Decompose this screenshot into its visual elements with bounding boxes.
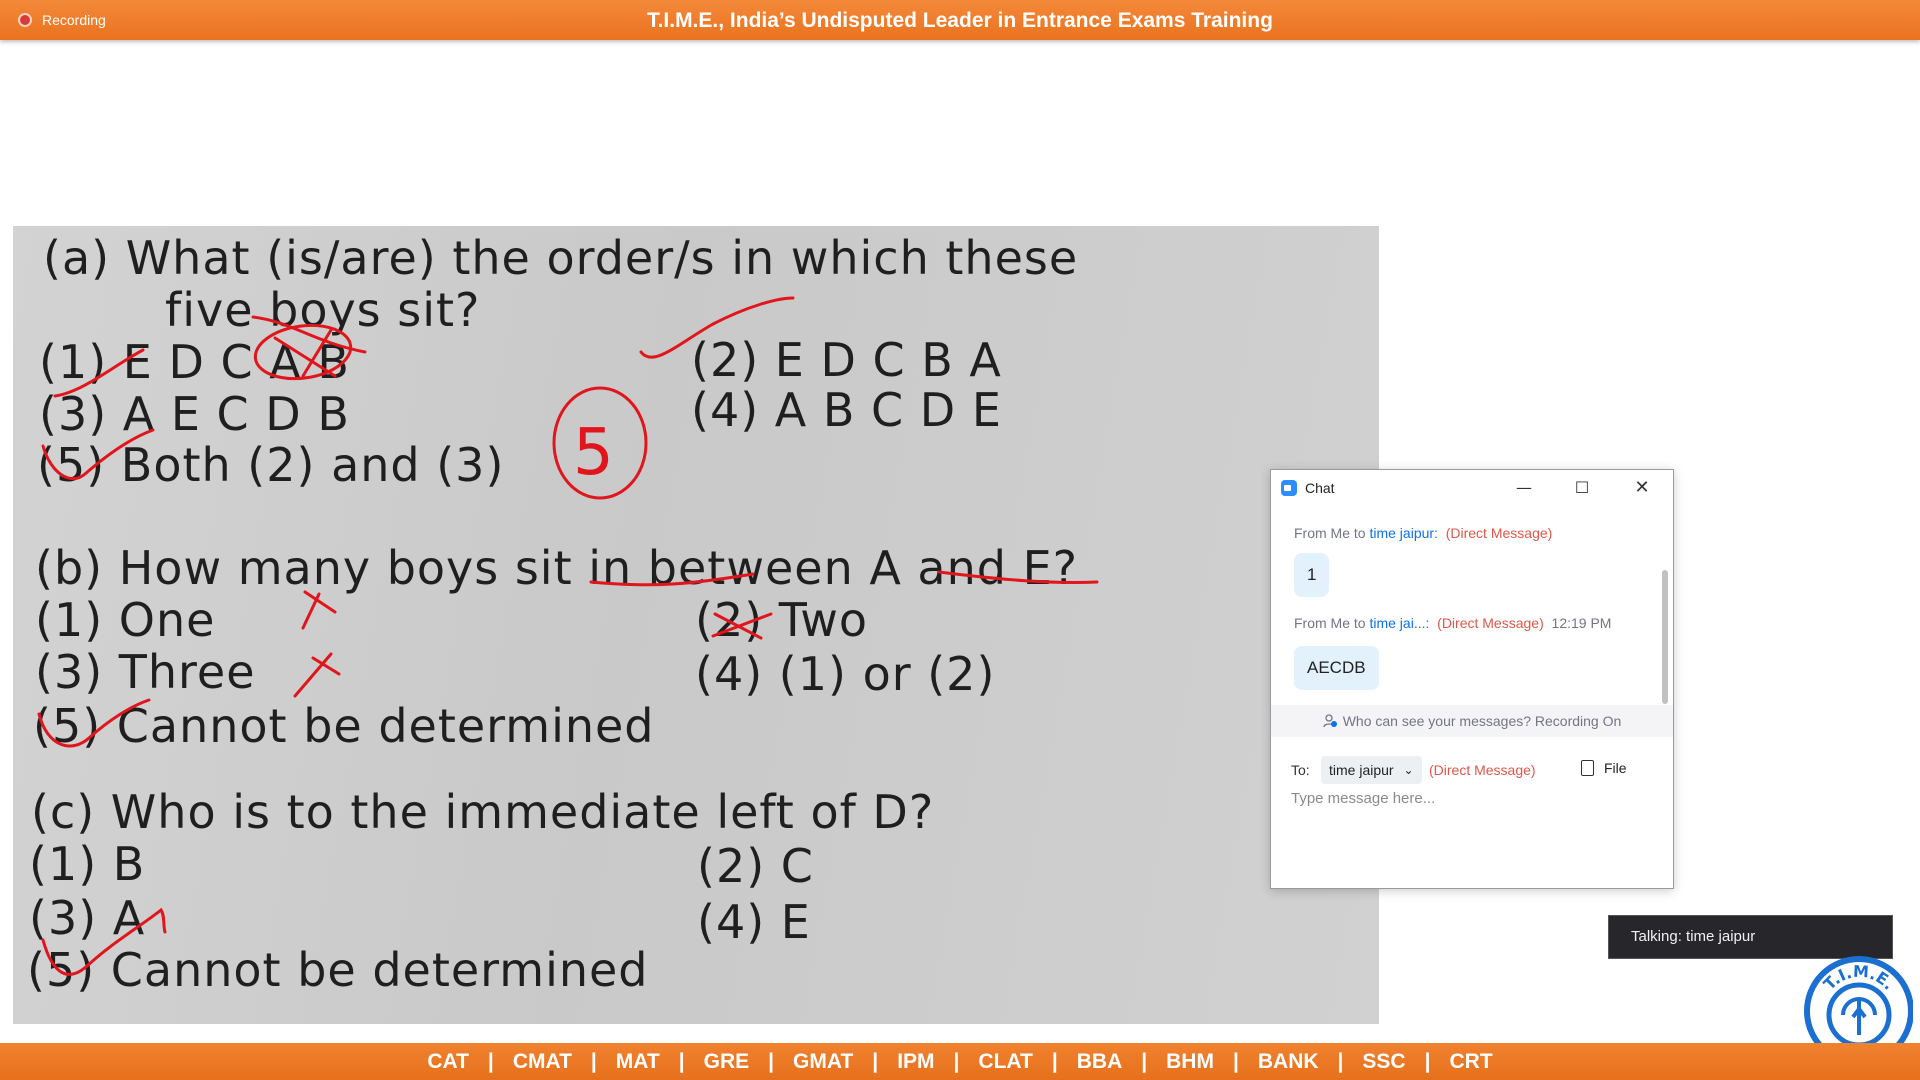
banner-title: T.I.M.E., India’s Undisputed Leader in E… — [647, 9, 1273, 32]
recipient-dm-tag: (Direct Message) — [1429, 762, 1536, 778]
minimize-icon[interactable]: — — [1509, 476, 1539, 500]
exam-list: CAT | CMAT | MAT | GRE | GMAT | IPM | CLAT | BBA | BHM | B… — [412, 1043, 1507, 1080]
message-sender: From Me to — [1294, 525, 1370, 541]
exam-separator: | — [872, 1050, 879, 1073]
exam-item: BHM — [1166, 1050, 1214, 1073]
chat-titlebar[interactable]: Chat — ☐ ✕ — [1271, 470, 1673, 506]
privacy-notice-text: Who can see your messages? Recording On — [1342, 713, 1622, 729]
option-a2: (2) E D C B A — [691, 333, 1002, 387]
file-icon — [1581, 760, 1594, 776]
exam-item: CAT — [427, 1050, 469, 1073]
option-b4: (4) (1) or (2) — [695, 647, 995, 701]
message-sender: From Me to — [1294, 615, 1370, 631]
zoom-camera-icon — [1281, 480, 1297, 496]
option-a3: (3) A E C D B — [39, 387, 350, 441]
option-b2: (2) Two — [695, 593, 868, 647]
message-recipient-link[interactable]: time jai...: — [1369, 615, 1429, 631]
message-header: From Me to time jaipur: (Direct Message) — [1294, 525, 1552, 541]
talking-indicator: Talking: time jaipur — [1608, 915, 1893, 959]
question-a-line-2: five boys sit? — [165, 283, 480, 337]
exam-separator: | — [487, 1050, 494, 1073]
file-button-label: File — [1604, 760, 1627, 776]
message-input[interactable] — [1291, 790, 1651, 870]
question-b: (b) How many boys sit in between A and E… — [35, 541, 1078, 595]
message-bubble[interactable]: AECDB — [1294, 646, 1379, 690]
message-time: 12:19 PM — [1551, 615, 1612, 631]
question-c: (c) Who is to the immediate left of D? — [31, 785, 934, 839]
option-b3: (3) Three — [35, 645, 256, 699]
exam-separator: | — [1232, 1050, 1239, 1073]
handwritten-answer: 5 — [573, 416, 614, 490]
exam-separator: | — [678, 1050, 685, 1073]
cross-b3-mark — [293, 652, 341, 698]
option-c4: (4) E — [697, 895, 811, 949]
chevron-down-icon: ⌄ — [1403, 763, 1414, 777]
worksheet-canvas: (a) What (is/are) the order/s in which t… — [27, 231, 1099, 997]
option-c2: (2) C — [697, 839, 814, 893]
maximize-icon[interactable]: ☐ — [1567, 476, 1597, 500]
message-recipient-link[interactable]: time jaipur: — [1369, 525, 1437, 541]
option-c5: (5) Cannot be determined — [27, 943, 649, 997]
recipient-select-value: time jaipur — [1329, 762, 1394, 778]
exam-separator: | — [1424, 1050, 1431, 1073]
recipient-row: To: time jaipur ⌄ (Direct Message) File — [1291, 756, 1661, 784]
exam-item: CMAT — [512, 1050, 572, 1073]
exam-item: CLAT — [978, 1050, 1033, 1073]
exam-separator: | — [1051, 1050, 1058, 1073]
option-b1: (1) One — [35, 593, 215, 647]
option-c1: (1) B — [29, 837, 145, 891]
question-a-line-1: (a) What (is/are) the order/s in which t… — [43, 231, 1078, 285]
exam-item: SSC — [1362, 1050, 1406, 1073]
exam-separator: | — [768, 1050, 775, 1073]
user-privacy-icon — [1323, 714, 1337, 728]
message-header: From Me to time jai...: (Direct Message)… — [1294, 615, 1611, 631]
exam-separator: | — [1141, 1050, 1148, 1073]
recipient-select[interactable]: time jaipur ⌄ — [1321, 756, 1422, 784]
exam-item: BBA — [1076, 1050, 1123, 1073]
shared-worksheet-image: (a) What (is/are) the order/s in which t… — [13, 226, 1379, 1024]
exam-list-bar: CAT | CMAT | MAT | GRE | GMAT | IPM | CLAT | BBA | BHM | B… — [0, 1043, 1920, 1080]
chat-title: Chat — [1305, 480, 1335, 496]
exam-item: CRT — [1449, 1050, 1493, 1073]
close-icon[interactable]: ✕ — [1627, 476, 1657, 500]
top-banner: Recording T.I.M.E., India’s Undisputed L… — [0, 0, 1920, 40]
chat-window[interactable]: Chat — ☐ ✕ From Me to time jaipur: (Dire… — [1270, 469, 1674, 889]
chat-scrollbar-thumb[interactable] — [1662, 570, 1668, 704]
direct-message-tag: (Direct Message) — [1445, 525, 1553, 541]
exam-item: GMAT — [793, 1050, 854, 1073]
exam-item: GRE — [703, 1050, 750, 1073]
exam-separator: | — [953, 1050, 960, 1073]
exam-separator: | — [590, 1050, 597, 1073]
option-b5: (5) Cannot be determined — [33, 699, 655, 753]
option-a1: (1) E D C A B — [39, 335, 350, 389]
exam-item: BANK — [1257, 1050, 1319, 1073]
message-bubble[interactable]: 1 — [1294, 553, 1330, 597]
file-button[interactable]: File — [1581, 760, 1627, 776]
exam-item: MAT — [615, 1050, 660, 1073]
to-label: To: — [1291, 762, 1310, 778]
direct-message-tag: (Direct Message) — [1437, 615, 1544, 631]
cross-b1-mark — [301, 590, 337, 630]
option-a4: (4) A B C D E — [691, 383, 1002, 437]
privacy-notice[interactable]: Who can see your messages? Recording On — [1271, 705, 1673, 737]
exam-item: IPM — [897, 1050, 935, 1073]
exam-separator: | — [1337, 1050, 1344, 1073]
option-c3: (3) A — [29, 891, 145, 945]
option-a5: (5) Both (2) and (3) — [37, 438, 504, 492]
